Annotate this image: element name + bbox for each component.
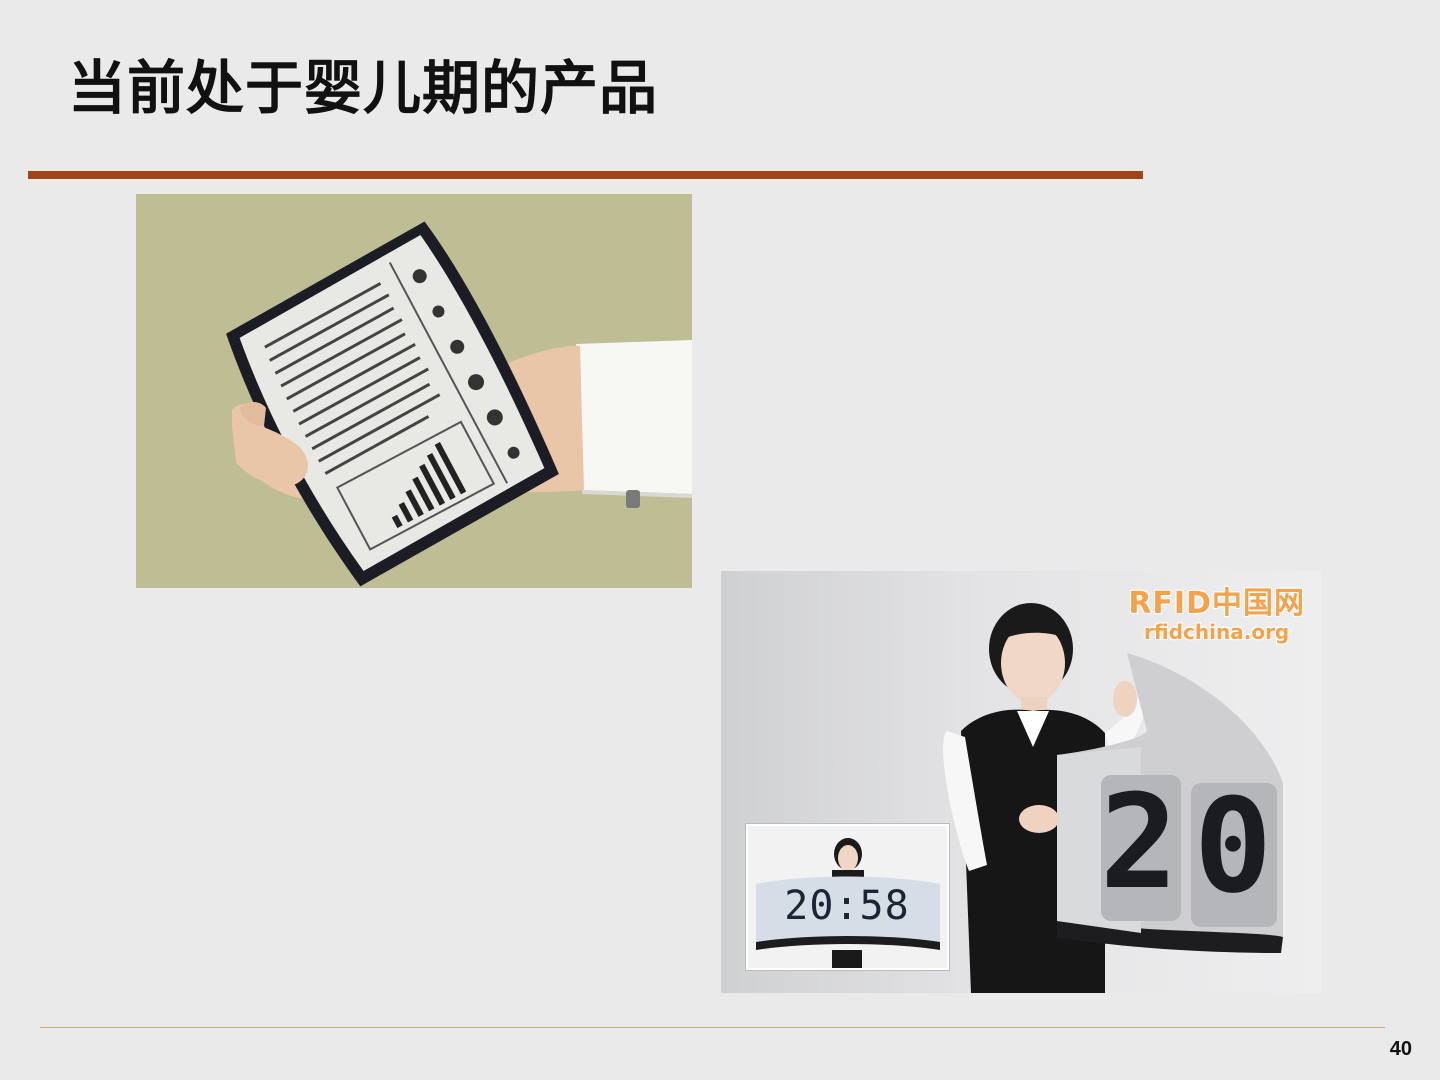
footer-divider: [40, 1027, 1385, 1028]
site-watermark: RFID中国网 rfidchina.org: [1128, 586, 1305, 644]
cufflink: [626, 490, 640, 508]
large-digit-2: 2: [1100, 766, 1178, 918]
left-hand: [1019, 805, 1059, 833]
inset-clock-time: 20:58: [784, 883, 910, 929]
watermark-url-text: rfidchina.org: [1144, 620, 1290, 644]
flexible-ereader-illustration: [226, 221, 692, 587]
flexible-clock-display-photo: 2 0 RFID中国网 rfidchina.org 20:58: [721, 571, 1321, 993]
inset-photo: 20:58: [746, 824, 949, 970]
watermark-main-text: RFID中国网: [1128, 586, 1305, 621]
flexible-ereader-photo: [136, 194, 692, 588]
title-divider: [28, 171, 1143, 179]
right-hand: [1113, 681, 1137, 717]
large-digit-0: 0: [1194, 770, 1272, 922]
slide-title: 当前处于婴儿期的产品: [68, 54, 659, 122]
shirt-cuff: [576, 340, 692, 494]
flexible-display-device: [226, 221, 559, 587]
page-number: 40: [1389, 1038, 1412, 1060]
